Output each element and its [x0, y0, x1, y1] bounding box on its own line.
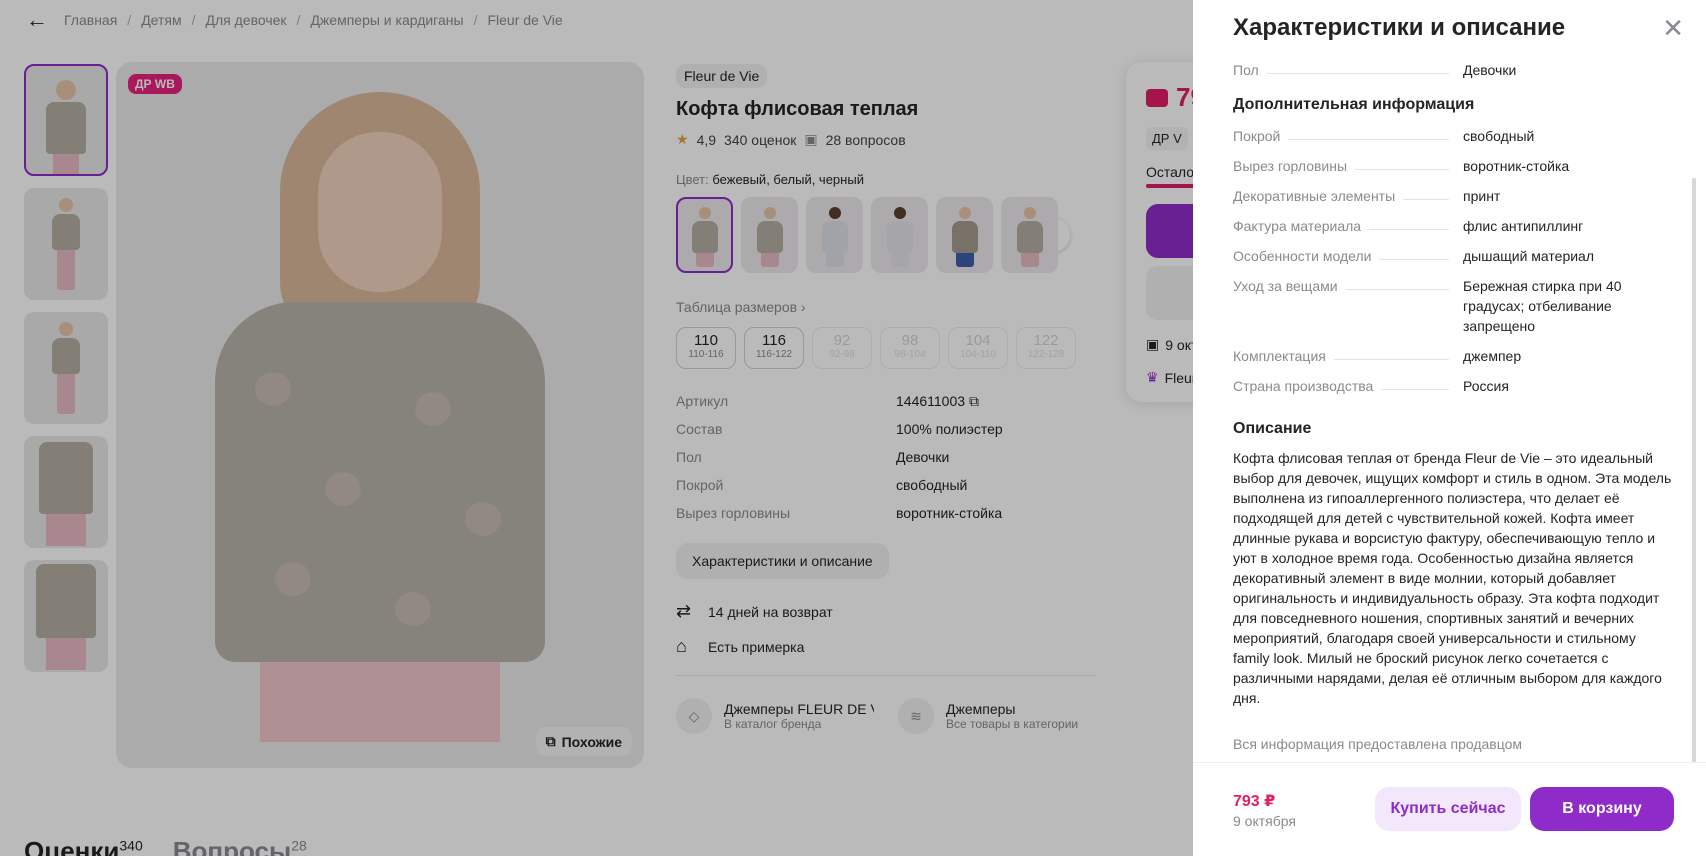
buy-now-button[interactable]: Купить сейчас — [1375, 787, 1521, 831]
footer-delivery-date: 9 октября — [1233, 813, 1296, 829]
spec-row: Страна производства Россия — [1233, 376, 1509, 396]
footer-price: 793 ₽ — [1233, 793, 1276, 810]
characteristics-drawer: Характеристики и описание ✕ Пол Девочки … — [1193, 0, 1706, 856]
description-text: Кофта флисовая теплая от бренда Fleur de… — [1233, 450, 1672, 706]
spec-row: Вырез горловины воротник-стойка — [1233, 156, 1570, 176]
spec-row: Декоративные элементы принт — [1233, 186, 1501, 206]
section-title-extra: Дополнительная информация — [1233, 96, 1475, 113]
drawer-scrollbar[interactable] — [1692, 178, 1696, 764]
section-title-description: Описание — [1233, 420, 1312, 437]
close-icon[interactable]: ✕ — [1662, 15, 1684, 41]
spec-row: Комплектация джемпер — [1233, 346, 1522, 366]
drawer-content[interactable]: Пол Девочки Дополнительная информация По… — [1233, 58, 1673, 758]
spec-row: Покрой свободный — [1233, 126, 1535, 146]
drawer-title: Характеристики и описание — [1233, 14, 1566, 41]
spec-row: Пол Девочки — [1233, 60, 1517, 80]
drawer-footer: 793 ₽ 9 октября Купить сейчас В корзину — [1193, 762, 1706, 856]
seller-info-note: Вся информация предоставлена продавцом — [1233, 736, 1523, 752]
add-to-cart-button[interactable]: В корзину — [1530, 787, 1674, 831]
spec-row: Особенности модели дышащий материал — [1233, 246, 1595, 266]
spec-row: Уход за вещами Бережная стирка при 40 гра… — [1233, 276, 1622, 334]
spec-row: Фактура материала флис антипиллинг — [1233, 216, 1584, 236]
